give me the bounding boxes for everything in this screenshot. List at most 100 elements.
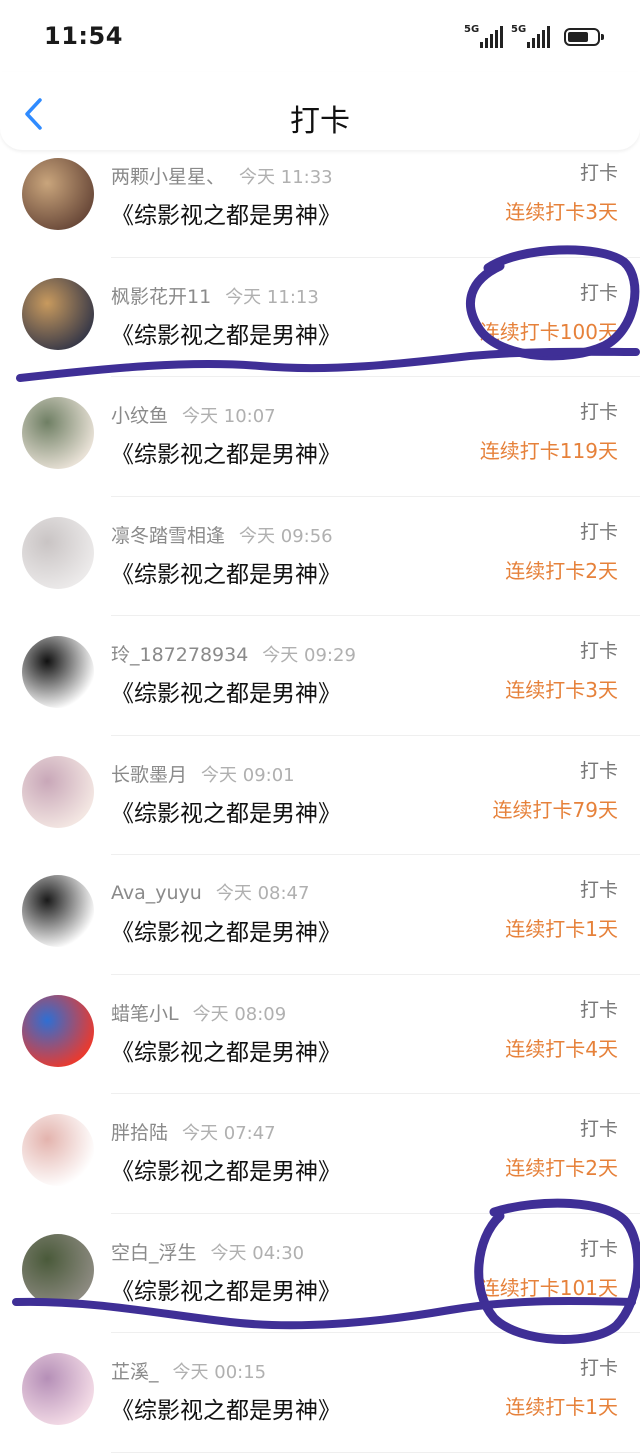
user-name-text: 两颗小星星、 [111,166,226,188]
checkin-label: 打卡 [579,640,618,662]
checkin-label: 打卡 [579,879,618,901]
avatar[interactable] [22,158,94,230]
user-name-text: 凛冬踏雪相逢 [111,524,226,547]
book-title[interactable]: 《综影视之都是男神》 [111,1152,341,1186]
user-name[interactable]: 胖拾陆 今天 07:47 [111,1118,276,1145]
user-name[interactable]: 长歌墨月 今天 09:01 [111,760,295,787]
list-item[interactable]: 玲_187278934 今天 09:29 《综影视之都是男神》 打卡连续打卡3天 [0,616,640,736]
book-title[interactable]: 《综影视之都是男神》 [111,1391,341,1425]
user-name[interactable]: Ava_yuyu 今天 08:47 [111,879,309,905]
avatar[interactable] [22,875,94,947]
network-type-label: 5G [511,24,527,35]
streak-badge: 连续打卡1天 [505,917,618,941]
avatar[interactable] [22,277,94,350]
book-title[interactable]: 《综影视之都是男神》 [111,555,341,589]
book-title[interactable]: 《综影视之都是男神》 [111,1272,341,1306]
avatar[interactable] [22,1233,94,1306]
avatar[interactable] [22,1353,94,1425]
book-title[interactable]: 《综影视之都是男神》 [111,913,341,947]
streak-badge: 连续打卡119天 [479,439,618,463]
user-name-text: 蜡笔小L [111,1002,179,1025]
signal-icon: 5G [511,24,550,48]
avatar[interactable] [22,1114,94,1186]
list-item[interactable]: 蜡笔小L 今天 08:09 《综影视之都是男神》 打卡连续打卡4天 [0,975,640,1094]
checkin-time: 今天 08:47 [215,883,310,904]
streak-badge: 连续打卡2天 [505,558,618,583]
streak-badge: 连续打卡100天 [479,319,618,344]
streak-badge: 连续打卡3天 [505,678,618,702]
checkin-label: 打卡 [579,281,618,304]
checkin-label: 打卡 [579,759,618,782]
user-name-text: Ava_yuyu [111,882,202,904]
list-item[interactable]: 胖拾陆 今天 07:47 《综影视之都是男神》 打卡连续打卡2天 [0,1094,640,1214]
divider [111,1451,640,1453]
checkin-time: 今天 09:29 [262,645,356,666]
streak-badge: 连续打卡4天 [505,1036,618,1061]
checkin-label: 打卡 [579,998,618,1021]
avatar[interactable] [22,755,94,828]
user-name-text: 胖拾陆 [111,1122,169,1144]
checkin-time: 今天 11:13 [225,286,319,308]
checkin-time: 今天 00:15 [172,1362,267,1383]
user-name[interactable]: 枫影花开11 今天 11:13 [111,282,319,309]
checkin-time: 今天 04:30 [210,1242,305,1264]
checkin-label: 打卡 [579,520,618,543]
avatar[interactable] [22,397,94,469]
streak-badge: 连续打卡101天 [479,1275,618,1300]
streak-badge: 连续打卡1天 [505,1395,618,1419]
checkin-time: 今天 09:01 [201,764,295,786]
list-item[interactable]: 两颗小星星、 今天 11:33 《综影视之都是男神》 打卡连续打卡3天 [0,138,640,258]
signal-icon: 5G [464,24,503,48]
user-name-text: 空白_浮生 [111,1241,197,1264]
list-item[interactable]: 凛冬踏雪相逢 今天 09:56 《综影视之都是男神》 打卡连续打卡2天 [0,497,640,616]
list-item[interactable]: 空白_浮生 今天 04:30 《综影视之都是男神》 打卡连续打卡101天 [0,1214,640,1333]
book-title[interactable]: 《综影视之都是男神》 [111,316,341,350]
avatar[interactable] [22,516,94,589]
user-name[interactable]: 蜡笔小L 今天 08:09 [111,999,286,1026]
avatar[interactable] [22,636,94,708]
checkin-time: 今天 09:56 [239,525,333,547]
checkin-time: 今天 08:09 [192,1003,287,1025]
checkin-label: 打卡 [579,1237,618,1260]
book-title[interactable]: 《综影视之都是男神》 [111,196,341,230]
list-item[interactable]: 长歌墨月 今天 09:01 《综影视之都是男神》 打卡连续打卡79天 [0,736,640,855]
checkin-label: 打卡 [579,162,618,184]
list-item[interactable]: Ava_yuyu 今天 08:47 《综影视之都是男神》 打卡连续打卡1天 [0,855,640,975]
user-name[interactable]: 空白_浮生 今天 04:30 [111,1238,304,1265]
list-item[interactable]: 枫影花开11 今天 11:13 《综影视之都是男神》 打卡连续打卡100天 [0,258,640,377]
streak-badge: 连续打卡79天 [492,797,618,822]
status-time: 11:54 [44,22,123,50]
checkin-label: 打卡 [579,401,618,423]
checkin-time: 今天 11:33 [239,167,333,188]
status-icons: 5G 5G [464,24,604,48]
user-name-text: 枫影花开11 [111,285,212,308]
battery-icon [564,28,604,46]
user-name[interactable]: 玲_187278934 今天 09:29 [111,640,356,667]
checkin-label: 打卡 [579,1118,618,1140]
book-title[interactable]: 《综影视之都是男神》 [111,1033,341,1067]
user-name[interactable]: 芷溪_ 今天 00:15 [111,1357,266,1384]
user-name-text: 小纹鱼 [111,405,169,427]
checkin-label: 打卡 [579,1357,618,1379]
book-title[interactable]: 《综影视之都是男神》 [111,674,341,708]
user-name-text: 玲_187278934 [111,644,249,666]
checkin-list: 两颗小星星、 今天 11:33 《综影视之都是男神》 打卡 连续打卡3天 枫影花开11 今天… [0,138,640,1453]
page-title: 打卡 [290,104,350,139]
streak-badge: 连续打卡2天 [505,1156,618,1180]
header: 打卡 [0,72,640,150]
user-name[interactable]: 凛冬踏雪相逢 今天 09:56 [111,521,333,548]
user-name[interactable]: 小纹鱼 今天 10:07 [111,401,276,428]
user-name-text: 长歌墨月 [111,763,188,786]
checkin-time: 今天 07:47 [182,1123,276,1144]
list-item[interactable]: 小纹鱼 今天 10:07 《综影视之都是男神》 打卡连续打卡119天 [0,377,640,497]
user-name[interactable]: 两颗小星星、 今天 11:33 [111,162,333,189]
network-type-label: 5G [464,24,480,35]
list-item[interactable]: 芷溪_ 今天 00:15 《综影视之都是男神》 打卡连续打卡1天 [0,1333,640,1453]
user-name-text: 芷溪_ [111,1361,159,1383]
book-title[interactable]: 《综影视之都是男神》 [111,435,341,469]
status-bar: 11:54 5G 5G [0,0,640,72]
avatar[interactable] [22,994,94,1067]
streak-badge: 连续打卡3天 [505,200,618,224]
book-title[interactable]: 《综影视之都是男神》 [111,794,341,828]
checkin-time: 今天 10:07 [182,406,276,427]
